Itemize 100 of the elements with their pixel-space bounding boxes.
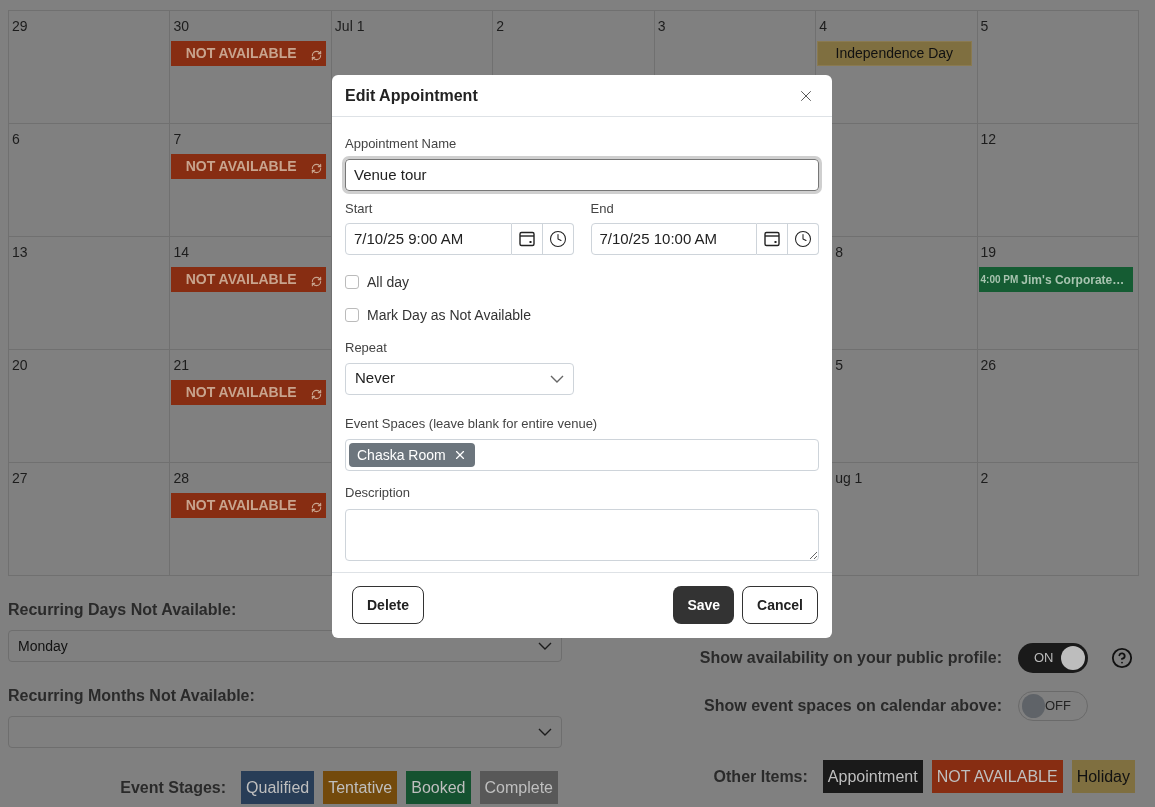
legend-badge: Tentative (323, 771, 398, 804)
event-title: NOT AVAILABLE (184, 496, 298, 515)
calendar-cell[interactable]: 27 (9, 463, 171, 576)
checkbox-label: All day (367, 272, 410, 292)
toggle-switch[interactable]: ON (1018, 643, 1088, 673)
day-number: 4 (818, 17, 828, 35)
day-number: 8 (834, 243, 844, 261)
day-number: 26 (979, 356, 998, 374)
field-label: End (590, 199, 615, 218)
event-bar[interactable]: NOT AVAILABLE (171, 380, 326, 405)
description-field[interactable] (345, 508, 819, 561)
event-title: NOT AVAILABLE (184, 157, 298, 176)
calendar-button[interactable] (757, 223, 788, 255)
calendar-cell[interactable]: 28 NOT AVAILABLE (170, 463, 332, 576)
event-title: NOT AVAILABLE (184, 44, 298, 63)
day-number: 7 (172, 130, 183, 148)
event-title: Jim's Corporate… (1021, 271, 1125, 289)
day-number: 20 (11, 356, 29, 374)
chevron-down-icon (538, 728, 552, 736)
day-number: 19 (979, 243, 998, 261)
clock-button[interactable] (542, 223, 574, 255)
day-number: 30 (172, 17, 190, 35)
legend-badge: Holiday (1071, 760, 1135, 793)
days-select[interactable]: Monday (8, 630, 562, 662)
checkbox[interactable] (345, 308, 359, 322)
tag-label: Chaska Room (357, 445, 446, 465)
legend-badge: NOT AVAILABLE (931, 760, 1063, 793)
field-label: Repeat (345, 339, 388, 357)
event-bar[interactable]: NOT AVAILABLE (171, 493, 326, 518)
event-bar[interactable]: NOT AVAILABLE (171, 154, 326, 179)
calendar-cell[interactable]: 26 (977, 350, 1139, 463)
clock-icon (794, 230, 812, 248)
setting-label: Recurring Days Not Available: (8, 600, 237, 620)
repeat-select[interactable]: Never (345, 362, 574, 395)
calendar-cell[interactable]: 13 (9, 237, 171, 350)
calendar-cell[interactable]: 6 (9, 124, 171, 237)
event-bar[interactable]: 4:00 PM Jim's Corporate… (978, 267, 1133, 292)
toggle-knob (1022, 694, 1045, 718)
dialog-title: Edit Appointment (345, 85, 478, 106)
calendar-cell[interactable]: 12 (977, 124, 1139, 237)
day-number: 29 (11, 17, 29, 35)
help-icon[interactable] (1111, 647, 1133, 669)
event-bar[interactable]: NOT AVAILABLE (171, 41, 326, 66)
calendar-cell[interactable]: 5 (977, 11, 1139, 124)
legend-label: Other Items: (713, 766, 808, 787)
date-field[interactable]: 7/10/25 10:00 AM (590, 223, 757, 255)
day-number: 27 (11, 469, 29, 487)
name-field[interactable]: Venue tour (345, 158, 819, 191)
day-number: 2 (979, 469, 990, 487)
day-number: Jul 1 (333, 17, 366, 35)
event-title: NOT AVAILABLE (184, 270, 298, 289)
event-bar[interactable]: Independence Day (817, 41, 972, 66)
calendar-cell[interactable]: 14 NOT AVAILABLE (170, 237, 332, 350)
event-bar[interactable]: NOT AVAILABLE (171, 267, 326, 292)
checkbox[interactable] (345, 275, 359, 289)
calendar-cell[interactable]: 29 (9, 11, 171, 124)
calendar-cell[interactable]: 21 NOT AVAILABLE (170, 350, 332, 463)
calendar-cell[interactable]: 7 NOT AVAILABLE (170, 124, 332, 237)
day-number: 12 (979, 130, 998, 148)
dialog-button[interactable]: Delete (352, 586, 425, 624)
calendar-cell[interactable]: 19 4:00 PM Jim's Corporate… (977, 237, 1139, 350)
clock-icon (548, 230, 567, 248)
checkbox-label: Mark Day as Not Available (367, 305, 531, 325)
day-number: 28 (172, 469, 190, 487)
day-number: 6 (11, 130, 21, 148)
toggle-label: Show event spaces on calendar above: (704, 696, 1002, 716)
field-label: Start (345, 199, 374, 218)
event-title: NOT AVAILABLE (184, 383, 298, 402)
day-number: 5 (979, 17, 990, 35)
day-number: 13 (11, 243, 29, 261)
event-title: Independence Day (835, 44, 954, 63)
event-time: 4:00 PM (980, 273, 1019, 287)
field-label: Description (345, 484, 412, 502)
date-field[interactable]: 7/10/25 9:00 AM (345, 223, 512, 255)
calendar-button[interactable] (511, 223, 543, 255)
legend-badge: Appointment (822, 760, 923, 793)
calendar-icon (517, 230, 536, 248)
event-spaces-field[interactable]: Chaska Room (345, 439, 819, 471)
dialog-button[interactable]: Save (673, 586, 735, 624)
chevron-down-icon (538, 642, 552, 650)
day-number: 3 (656, 17, 667, 35)
legend-label: Event Stages: (120, 777, 227, 798)
day-number: ug 1 (834, 469, 864, 487)
calendar-cell[interactable]: 20 (9, 350, 171, 463)
dialog-button[interactable]: Cancel (742, 586, 818, 624)
chevron-down-icon (550, 374, 564, 383)
legend-badge: Booked (406, 771, 471, 804)
day-number: 5 (834, 356, 844, 374)
setting-label: Recurring Months Not Available: (8, 686, 255, 706)
legend-badge: Qualified (241, 771, 315, 804)
toggle-knob (1061, 646, 1085, 670)
day-number: 2 (495, 17, 506, 35)
toggle-label: Show availability on your public profile: (699, 648, 1002, 668)
field-label: Event Spaces (leave blank for entire venue) (345, 414, 599, 433)
clock-button[interactable] (788, 223, 819, 255)
calendar-cell[interactable]: 30 NOT AVAILABLE (170, 11, 332, 124)
calendar-icon (763, 230, 781, 248)
calendar-cell[interactable]: 2 (977, 463, 1139, 576)
day-number: 14 (172, 243, 190, 261)
day-number: 21 (172, 356, 190, 374)
